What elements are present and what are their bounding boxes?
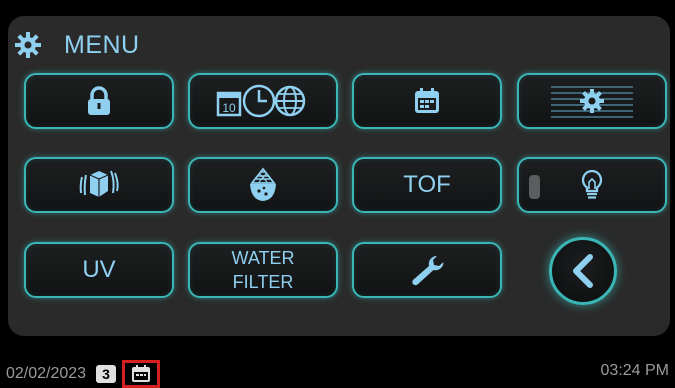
- display-settings-button[interactable]: [517, 73, 667, 129]
- calendar-icon: [415, 88, 439, 113]
- lock-button[interactable]: [24, 73, 174, 129]
- status-date: 02/02/2023: [6, 365, 87, 382]
- tof-button[interactable]: TOF: [352, 157, 502, 213]
- calendar-day-text: 10: [222, 101, 236, 115]
- water-filter-label-line1: WATER: [231, 248, 295, 268]
- light-toggle[interactable]: [529, 175, 540, 199]
- wrench-icon: [412, 255, 444, 286]
- chevron-left-icon: [573, 254, 593, 288]
- status-badge: 3: [96, 365, 117, 383]
- back-button[interactable]: [549, 237, 617, 305]
- uv-button[interactable]: UV: [24, 242, 174, 298]
- calendar-small-icon: [132, 365, 151, 382]
- water-filter-label-line2: FILTER: [232, 272, 294, 292]
- water-filter-label: WATER FILTER: [232, 246, 295, 294]
- light-bulb-icon: [581, 169, 603, 199]
- status-bar: 02/02/2023 3: [6, 360, 161, 388]
- uv-label: UV: [82, 256, 116, 283]
- ice-cube-button[interactable]: [24, 157, 174, 213]
- cup-button[interactable]: [188, 157, 338, 213]
- light-button[interactable]: [517, 157, 667, 213]
- settings-list-icon: [551, 86, 633, 118]
- service-button[interactable]: [352, 242, 502, 298]
- status-time: 03:24 PM: [600, 362, 669, 379]
- water-filter-button[interactable]: WATER FILTER: [188, 242, 338, 298]
- clock-globe-icon: 10: [216, 84, 306, 118]
- cube-icon: [79, 170, 119, 197]
- calendar-button[interactable]: [352, 73, 502, 129]
- date-time-region-button[interactable]: 10: [188, 73, 338, 129]
- gear-icon: [15, 32, 41, 58]
- tof-label: TOF: [403, 171, 451, 198]
- lock-icon: [88, 86, 110, 115]
- status-calendar-button[interactable]: [122, 360, 161, 388]
- page-title: MENU: [64, 30, 140, 59]
- menu-header: MENU: [14, 28, 140, 62]
- cup-icon: [250, 167, 276, 201]
